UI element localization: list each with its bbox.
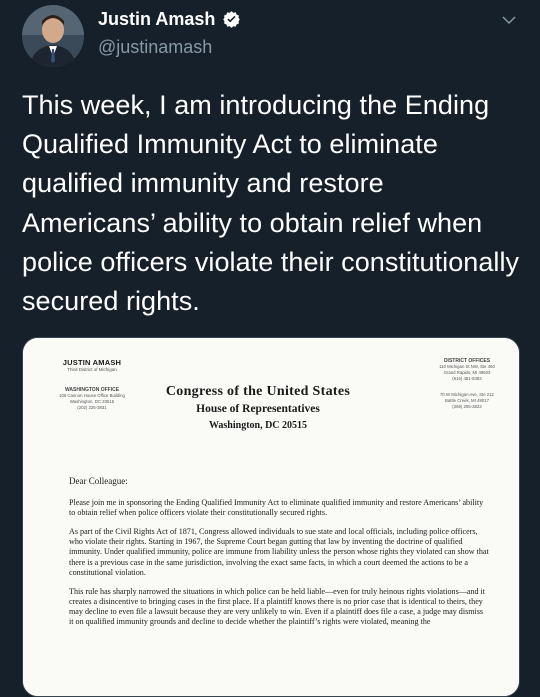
letter-paragraph: As part of the Civil Rights Act of 1871,… <box>69 527 489 577</box>
letterhead-center: Congress of the United States House of R… <box>143 384 373 431</box>
chevron-down-icon[interactable] <box>500 11 518 29</box>
letterhead-house: House of Representatives <box>196 403 320 415</box>
verified-badge-icon <box>223 11 241 28</box>
author-handle[interactable]: @justinamash <box>98 37 212 58</box>
letter-paragraph: Please join me in sponsoring the Ending … <box>69 498 484 518</box>
district-office-line: (269) 205-3823 <box>452 404 482 409</box>
author-name-row: Justin Amash <box>98 9 241 30</box>
letter-body: Dear Colleague: Please join me in sponso… <box>69 476 489 636</box>
tweet-image-card[interactable]: JUSTIN AMASH Third District of Michigan … <box>22 337 520 697</box>
tweet-text: This week, I am introducing the Ending Q… <box>22 90 520 317</box>
member-district: Third District of Michigan <box>67 367 117 372</box>
letter-salutation: Dear Colleague: <box>69 476 128 486</box>
member-name: JUSTIN AMASH <box>62 358 122 367</box>
letterhead-congress: Congress of the United States <box>165 384 351 399</box>
letterhead-city: Washington, DC 20515 <box>208 420 308 431</box>
author-display-name[interactable]: Justin Amash <box>98 9 215 30</box>
letterhead-right: DISTRICT OFFICES 110 Michigan St NW, Ste… <box>427 358 507 410</box>
author-avatar[interactable] <box>22 5 84 67</box>
district-office-line: (616) 451-8383 <box>452 376 482 381</box>
dc-office-line: (202) 225-3831 <box>77 405 107 410</box>
letter-paragraph: This rule has sharply narrowed the situa… <box>69 586 486 627</box>
letter-document: JUSTIN AMASH Third District of Michigan … <box>23 338 519 696</box>
letterhead-left: JUSTIN AMASH Third District of Michigan … <box>37 358 147 411</box>
